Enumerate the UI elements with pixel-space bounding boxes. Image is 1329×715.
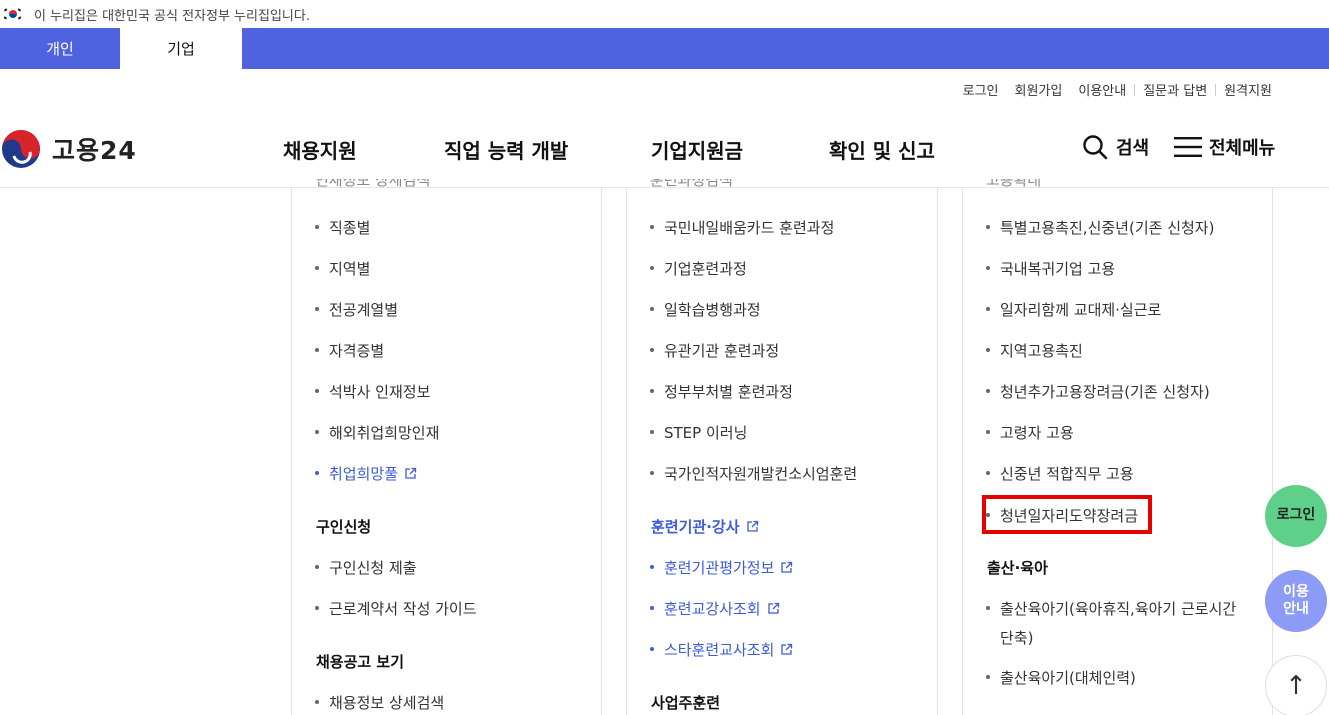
gnb-confirm-report[interactable]: 확인 및 신고 xyxy=(829,135,935,164)
gnb-recruit-support[interactable]: 채용지원 xyxy=(283,135,357,164)
guide-link[interactable]: 이용안내 xyxy=(1070,80,1134,99)
menu-item-parental-leave-cont[interactable]: 단축) xyxy=(1000,627,1033,648)
cut-menu-item: 훈련과정검색 xyxy=(650,179,733,189)
section-title-training-institutions[interactable]: 훈련기관·강사 xyxy=(651,516,759,537)
qna-link[interactable]: 질문과 답변 xyxy=(1135,80,1215,99)
menu-item-shift-work[interactable]: 일자리함께 교대제·실근로 xyxy=(986,299,1161,320)
logo-text: 고용24 xyxy=(52,136,137,165)
signup-link[interactable]: 회원가입 xyxy=(1007,80,1071,99)
tab-company[interactable]: 기업 xyxy=(120,28,242,69)
menu-item-instructor-search[interactable]: 훈련교강사조회 xyxy=(650,598,780,619)
column-divider xyxy=(1272,188,1273,715)
section-title-job-request: 구인신청 xyxy=(316,518,372,536)
menu-item-senior-employment[interactable]: 고령자 고용 xyxy=(986,422,1074,443)
external-link-icon xyxy=(767,602,779,614)
menu-item-by-job[interactable]: 직종별 xyxy=(315,217,370,238)
menu-item-submit-request[interactable]: 구인신청 제출 xyxy=(315,557,417,578)
scroll-top-button[interactable]: ↑ xyxy=(1265,655,1327,715)
floating-guide-button[interactable]: 이용 안내 xyxy=(1265,570,1327,632)
search-icon xyxy=(1083,135,1108,160)
menu-item-reshoring-employment[interactable]: 국내복귀기업 고용 xyxy=(986,258,1115,279)
gov-banner: 이 누리집은 대한민국 공식 전자정부 누리집입니다. xyxy=(0,0,1329,28)
tab-personal[interactable]: 개인 xyxy=(0,28,120,69)
menu-item-graduate-talent[interactable]: 석박사 인재정보 xyxy=(315,381,430,402)
column-divider xyxy=(937,188,938,715)
menu-item-by-license[interactable]: 자격증별 xyxy=(315,340,384,361)
section-title-job-postings: 채용공고 보기 xyxy=(316,653,405,671)
search-label: 검색 xyxy=(1116,138,1150,159)
menu-item-work-study[interactable]: 일학습병행과정 xyxy=(650,299,761,320)
site-header: 고용24 채용지원 직업 능력 개발 기업지원금 확인 및 신고 검색 전체메뉴 xyxy=(0,110,1329,188)
remote-support-link[interactable]: 원격지원 xyxy=(1216,80,1272,99)
external-link-icon xyxy=(781,643,793,655)
utility-nav: 로그인 회원가입 이용안내 질문과 답변 원격지원 xyxy=(955,80,1272,99)
floating-login-button[interactable]: 로그인 xyxy=(1265,485,1327,547)
menu-item-card-training[interactable]: 국민내일배움카드 훈련과정 xyxy=(650,217,834,238)
section-title-employer-training: 사업주훈련 xyxy=(651,694,721,712)
menu-item-by-major[interactable]: 전공계열별 xyxy=(315,299,398,320)
search-button[interactable]: 검색 xyxy=(1082,134,1149,160)
login-link[interactable]: 로그인 xyxy=(955,80,1007,99)
external-link-icon xyxy=(746,520,758,532)
external-link-icon xyxy=(405,467,417,479)
cut-menu-item: 고용확대 xyxy=(986,179,1042,189)
section-title-childbirth: 출산·육아 xyxy=(987,559,1048,577)
site-logo[interactable]: 고용24 xyxy=(0,128,137,170)
menu-item-related-training[interactable]: 유관기관 훈련과정 xyxy=(650,340,779,361)
menu-item-contract-guide[interactable]: 근로계약서 작성 가이드 xyxy=(315,598,477,619)
menu-item-star-teacher-search[interactable]: 스타훈련교사조회 xyxy=(650,639,793,660)
arrow-up-icon: ↑ xyxy=(1285,670,1307,701)
all-menu-button[interactable]: 전체메뉴 xyxy=(1174,134,1275,160)
guide-label-line2: 안내 xyxy=(1283,601,1309,617)
menu-item-step-elearning[interactable]: STEP 이러닝 xyxy=(650,422,747,443)
highlight-box xyxy=(982,495,1152,534)
cut-menu-item: 인재정보 상세검색 xyxy=(315,179,431,189)
menu-item-institution-evaluation[interactable]: 훈련기관평가정보 xyxy=(650,557,793,578)
menu-item-job-pool[interactable]: 취업희망풀 xyxy=(315,463,417,484)
menu-item-youth-additional[interactable]: 청년추가고용장려금(기존 신청자) xyxy=(986,381,1210,402)
menu-item-consortium-training[interactable]: 국가인적자원개발컨소시엄훈련 xyxy=(650,463,857,484)
gnb-vocational-training[interactable]: 직업 능력 개발 xyxy=(444,135,568,164)
gov-banner-text: 이 누리집은 대한민국 공식 전자정부 누리집입니다. xyxy=(34,8,310,24)
external-link-icon xyxy=(781,561,793,573)
taegeuk-logo-icon xyxy=(0,128,42,170)
menu-item-posting-search[interactable]: 채용정보 상세검색 xyxy=(315,692,444,713)
menu-item-by-region[interactable]: 지역별 xyxy=(315,258,370,279)
column-divider xyxy=(601,188,602,715)
hamburger-menu-icon xyxy=(1174,137,1202,157)
column-divider xyxy=(291,188,292,715)
menu-item-middle-aged-job[interactable]: 신중년 적합직무 고용 xyxy=(986,463,1134,484)
guide-label-line1: 이용 xyxy=(1283,583,1309,600)
column-divider xyxy=(962,188,963,715)
audience-tab-bar: 개인 기업 xyxy=(0,28,1329,69)
menu-item-ministry-training[interactable]: 정부부처별 훈련과정 xyxy=(650,381,793,402)
column-divider xyxy=(626,188,627,715)
menu-item-company-training[interactable]: 기업훈련과정 xyxy=(650,258,747,279)
menu-item-regional-employment[interactable]: 지역고용촉진 xyxy=(986,340,1083,361)
gnb-employer-subsidy[interactable]: 기업지원금 xyxy=(651,135,743,164)
menu-item-parental-leave[interactable]: 출산육아기(육아휴직,육아기 근로시간 xyxy=(986,598,1236,619)
korea-flag-icon xyxy=(3,8,22,20)
menu-item-special-employment[interactable]: 특별고용촉진,신중년(기존 신청자) xyxy=(986,217,1214,238)
all-menu-label: 전체메뉴 xyxy=(1209,138,1276,159)
menu-item-overseas-talent[interactable]: 해외취업희망인재 xyxy=(315,422,439,443)
menu-item-substitute-worker[interactable]: 출산육아기(대체인력) xyxy=(986,667,1136,688)
